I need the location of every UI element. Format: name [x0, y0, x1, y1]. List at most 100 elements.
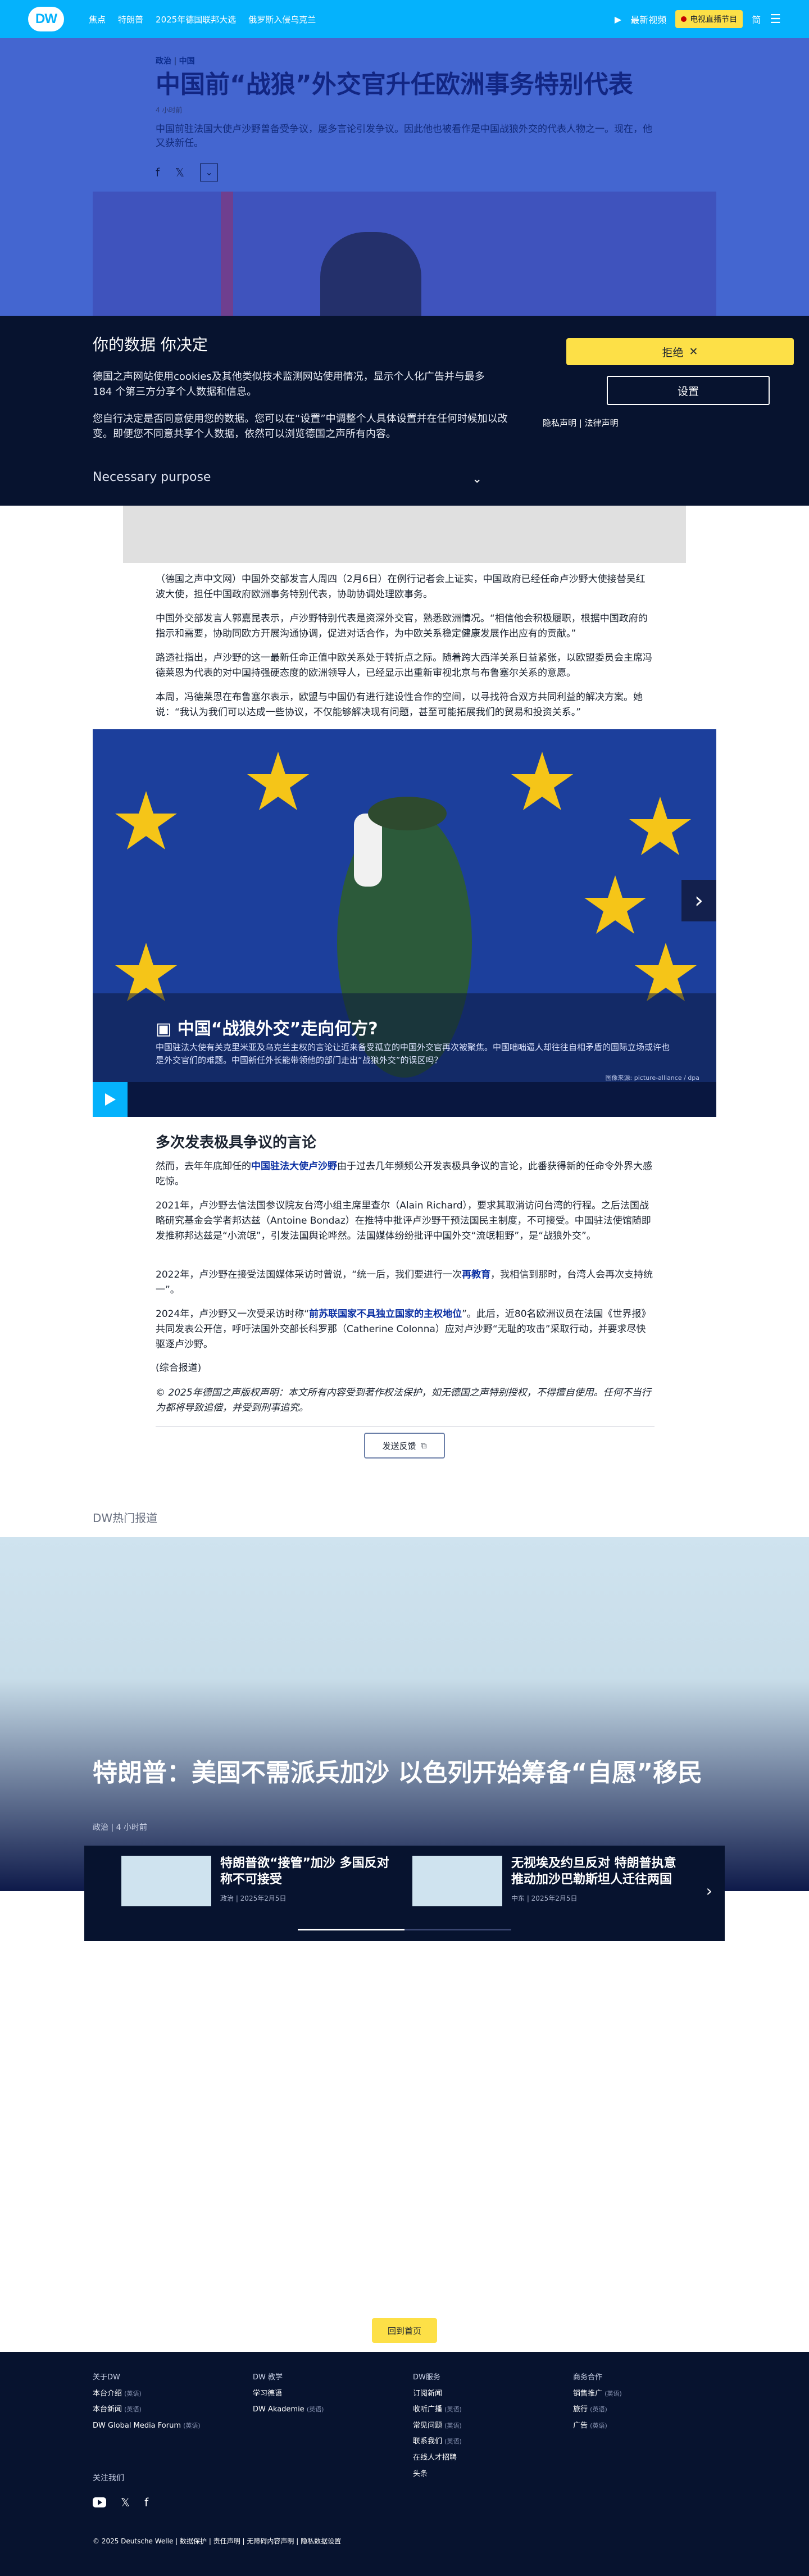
legal-link[interactable]: 数据保护 — [180, 2537, 207, 2545]
footer-col-title: DW 教学 — [253, 2373, 283, 2382]
trending-story-title[interactable]: 特朗普：美国不需派兵加沙 以色列开始筹备“自愿”移民 — [93, 1759, 711, 1788]
legal-link[interactable]: 无障碍内容声明 — [247, 2537, 294, 2545]
footer-link[interactable]: 旅行 (英语) — [573, 2402, 622, 2418]
footer-link[interactable]: 本台新闻 (英语) — [93, 2402, 201, 2418]
legal-link[interactable]: 责任声明 — [213, 2537, 240, 2545]
teaser-card[interactable]: 无视埃及约旦反对 特朗普执意推动加沙巴勒斯坦人迁往两国 中东 | 2025年2月5… — [412, 1856, 685, 1906]
text-span: 2024年，卢沙野又一次受采访时称“ — [156, 1309, 310, 1320]
latest-video-link[interactable]: 最新视频 — [630, 12, 666, 26]
x-icon[interactable]: 𝕏 — [121, 2496, 130, 2509]
hero-image-bottom — [123, 506, 686, 563]
article-paragraph: 2021年，卢沙野去信法国参议院友台湾小组主席里查尔（Alain Richard… — [156, 1200, 651, 1242]
settings-button[interactable]: 设置 — [607, 376, 770, 405]
gallery-title[interactable]: ▣ 中国“战狼外交”走向何方? — [156, 1015, 378, 1039]
legal-link[interactable]: 法律声明 — [585, 418, 619, 428]
article-paragraph: 本周，冯德莱恩在布鲁塞尔表示，欧盟与中国仍有进行建设性合作的空间，以寻找符合双方… — [156, 692, 643, 719]
reject-button[interactable]: 拒绝 ✕ — [566, 338, 794, 365]
footer-col-title: 商务合作 — [573, 2373, 603, 2382]
footer-link[interactable]: DW Akademie (英语) — [253, 2402, 324, 2418]
footer-link[interactable]: 收听广播 (英语) — [413, 2402, 462, 2418]
legal-link[interactable]: 隐私数据设置 — [301, 2537, 341, 2545]
header-actions: ▶ 最新视频 电视直播节目 简 ☰ — [615, 10, 781, 28]
consent-title: 你的数据 你决定 — [93, 335, 208, 354]
inline-link[interactable]: 中国驻法大使卢沙野 — [251, 1161, 337, 1172]
live-dot-icon — [681, 16, 687, 22]
footer-col-about: 关于DW 本台介绍 (英语) 本台新闻 (英语) DW Global Media… — [93, 2370, 201, 2434]
cookie-consent-banner: 你的数据 你决定 德国之声网站使用cookies及其他类似技术监测网站使用情况，… — [0, 316, 809, 506]
chevron-down-icon[interactable]: ⌄ — [472, 472, 482, 486]
facebook-icon[interactable]: f — [144, 2496, 148, 2509]
footer-link[interactable]: DW Global Media Forum (英语) — [93, 2418, 201, 2434]
teaser-title-text: 特朗普欲“接管”加沙 多国反对称不可接受 — [220, 1856, 389, 1887]
close-icon: ✕ — [689, 346, 698, 358]
dw-logo[interactable]: DW — [28, 7, 64, 31]
page-title: 中国前“战狼”外交官升任欧洲事务特别代表 — [156, 70, 633, 99]
privacy-link[interactable]: 隐私声明 — [543, 418, 576, 428]
footer-link[interactable]: 订阅新闻 — [413, 2386, 462, 2402]
footer-col-services: DW服务 订阅新闻 收听广播 (英语) 常见问题 (英语) 联系我们 (英语) … — [413, 2370, 462, 2482]
chevron-right-icon[interactable]: › — [706, 1882, 712, 1900]
inline-link[interactable]: 再教育 — [462, 1269, 490, 1280]
footer-link[interactable]: 学习德语 — [253, 2386, 324, 2402]
video-icon: ▶ — [614, 13, 622, 25]
teaser-title: 无视埃及约旦反对 特朗普执意推动加沙巴勒斯坦人迁往两国 中东 | 2025年2月5… — [511, 1856, 685, 1906]
footer-link[interactable]: 头条 — [413, 2466, 462, 2483]
trending-lead-story[interactable] — [0, 1537, 809, 1891]
footer-link[interactable]: 广告 (英语) — [573, 2418, 622, 2434]
article-paragraph: 然而，去年年底卸任的中国驻法大使卢沙野由于过去几年频频公开发表极具争议的言论，此… — [156, 1159, 655, 1189]
inline-link[interactable]: 前苏联国家不具独立国家的主权地位 — [309, 1309, 462, 1320]
teaser-meta: 中东 | 2025年2月5日 — [511, 1894, 578, 1903]
footer-col-education: DW 教学 学习德语 DW Akademie (英语) — [253, 2370, 324, 2418]
gallery-control-bar — [128, 1082, 716, 1117]
top-navigation-bar: DW 焦点 特朗普 2025年德国联邦大选 俄罗斯入侵乌克兰 ▶ 最新视频 电视… — [0, 0, 809, 38]
text-span: 2022年，卢沙野在接受法国媒体采访时曾说，“统一后，我们要进行一次 — [156, 1269, 462, 1280]
article-paragraph: (综合报道) — [156, 1362, 202, 1374]
photo-gallery: ▣ 中国“战狼外交”走向何方? 中国驻法大使有关克里米亚及乌克兰主权的言论让近来… — [93, 729, 716, 1117]
nav-item-ukraine[interactable]: 俄罗斯入侵乌克兰 — [248, 13, 316, 25]
share-bar: f 𝕏 ⌄ — [156, 163, 661, 181]
reject-label: 拒绝 — [662, 346, 684, 359]
footer-col-business: 商务合作 销售推广 (英语) 旅行 (英语) 广告 (英语) — [573, 2370, 622, 2434]
facebook-icon[interactable]: f — [156, 166, 160, 179]
footer-col-title: DW服务 — [413, 2373, 440, 2382]
live-tv-label: 电视直播节目 — [690, 15, 738, 24]
feedback-button[interactable]: 发送反馈 ⧉ — [364, 1433, 445, 1459]
footer-link[interactable]: 本台介绍 (英语) — [93, 2386, 201, 2402]
x-icon[interactable]: 𝕏 — [175, 166, 184, 179]
footer-link[interactable]: 销售推广 (英语) — [573, 2386, 622, 2402]
play-icon — [105, 1093, 116, 1106]
nav-item-trump[interactable]: 特朗普 — [118, 13, 143, 25]
consent-text-1: 德国之声网站使用cookies及其他类似技术监测网站使用情况，显示个人化广告并与… — [93, 371, 485, 398]
gallery-play-button[interactable] — [93, 1082, 128, 1117]
nav-item-election[interactable]: 2025年德国联邦大选 — [156, 13, 236, 25]
article-paragraph: 中国外交部发言人郭嘉昆表示，卢沙野特别代表是资深外交官，熟悉欧洲情况。“相信他会… — [156, 613, 648, 640]
section-heading: 多次发表极具争议的言论 — [156, 1134, 317, 1151]
consent-links: 隐私声明 | 法律声明 — [543, 418, 619, 428]
follow-us-label: 关注我们 — [93, 2474, 124, 2483]
youtube-icon[interactable] — [93, 2497, 106, 2507]
teaser-card[interactable]: 特朗普欲“接管”加沙 多国反对称不可接受 政治 | 2025年2月5日 — [121, 1856, 394, 1906]
gallery-next-button[interactable]: › — [681, 880, 716, 921]
hamburger-menu-icon[interactable]: ☰ — [770, 12, 781, 26]
footer-link[interactable]: 常见问题 (英语) — [413, 2418, 462, 2434]
language-switch[interactable]: 简 — [752, 12, 761, 26]
article-time: 4 小时前 — [156, 106, 183, 114]
kicker-region[interactable]: 中国 — [179, 57, 195, 66]
feedback-label: 发送反馈 — [382, 1441, 416, 1451]
teaser-thumbnail — [412, 1856, 502, 1906]
chevron-down-icon[interactable]: ⌄ — [200, 163, 219, 181]
live-tv-button[interactable]: 电视直播节目 — [675, 10, 743, 28]
necessary-purpose-toggle[interactable]: Necessary purpose — [93, 470, 211, 484]
teaser-thumbnail — [121, 1856, 211, 1906]
teaser-title: 特朗普欲“接管”加沙 多国反对称不可接受 政治 | 2025年2月5日 — [220, 1856, 394, 1906]
gallery-title-text: 中国“战狼外交”走向何方? — [177, 1019, 378, 1039]
copy-icon: ⧉ — [420, 1441, 427, 1451]
trending-story-meta: 政治 | 4 小时前 — [93, 1823, 147, 1832]
kicker-section[interactable]: 政治 — [156, 57, 171, 66]
nav-item-focus[interactable]: 焦点 — [89, 13, 106, 25]
consent-text-2: 您自行决定是否同意使用您的数据。您可以在“设置”中调整个人具体设置并在任何时候加… — [93, 413, 508, 440]
article-kicker: 政治 | 中国 — [156, 57, 195, 66]
back-to-top-button[interactable]: 回到首页 — [372, 2318, 437, 2343]
footer-link[interactable]: 联系我们 (英语) — [413, 2434, 462, 2450]
footer-link[interactable]: 在线人才招聘 — [413, 2450, 462, 2466]
